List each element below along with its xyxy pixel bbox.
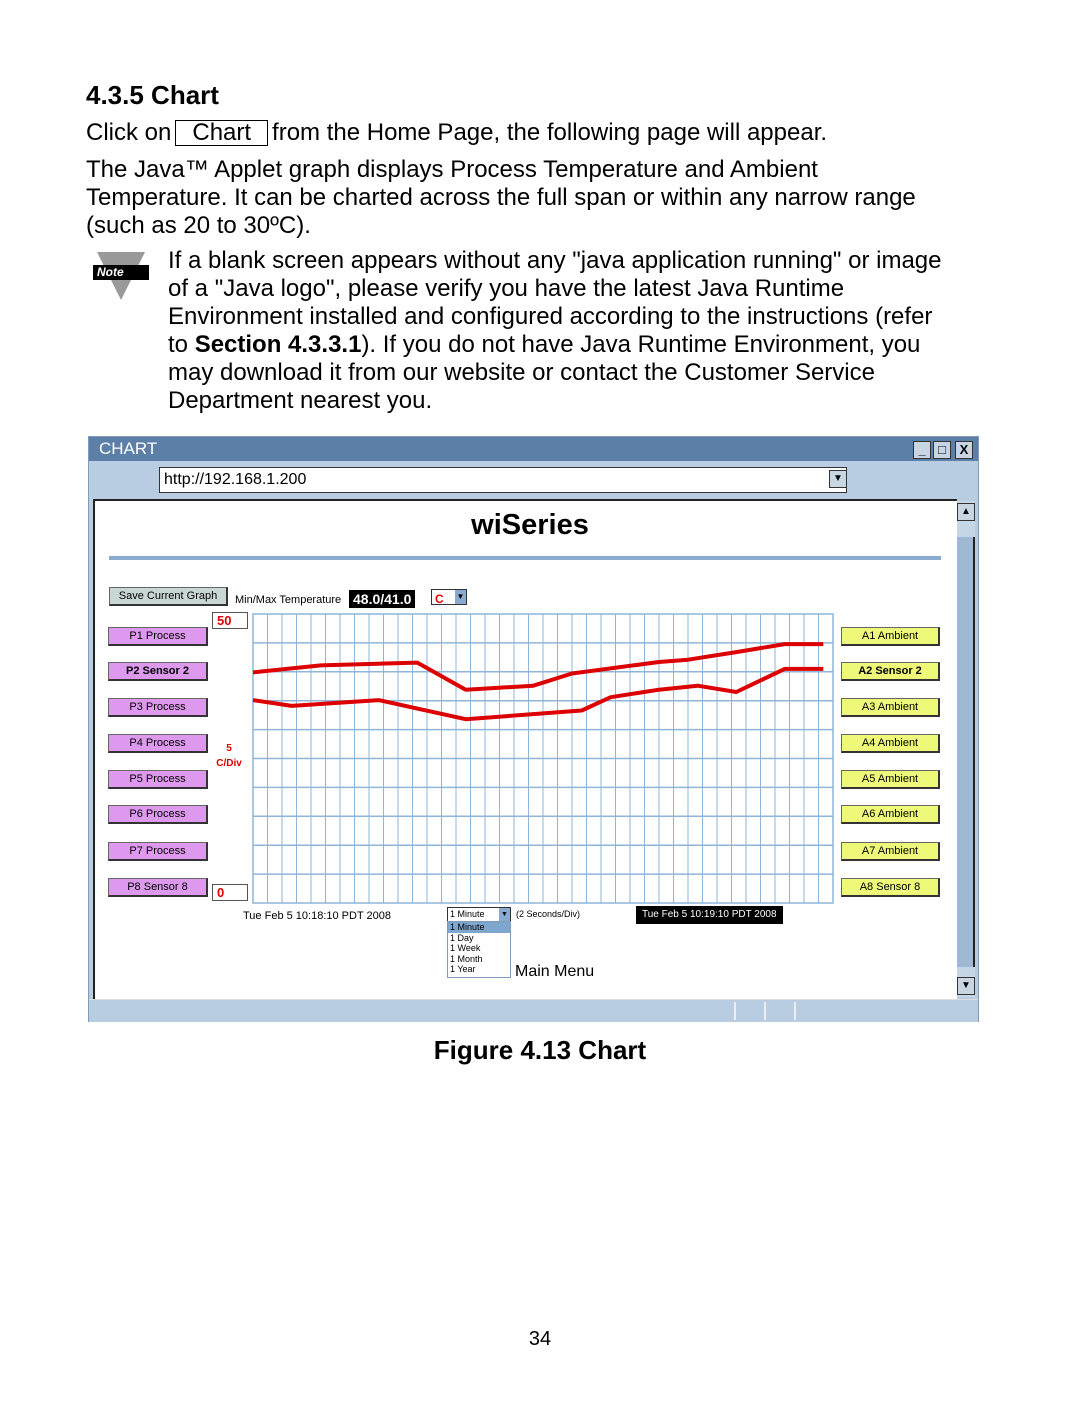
text-line: Temperature. It can be charted across th… (86, 184, 916, 211)
minmax-value: 48.0/41.0 (349, 590, 416, 608)
figure-caption: Figure 4.13 Chart (433, 1035, 647, 1065)
address-dropdown-icon[interactable]: ▼ (829, 470, 847, 488)
note-label: Note (97, 265, 124, 279)
sensor-button-a6[interactable]: A6 Ambient (841, 805, 940, 824)
end-time: Tue Feb 5 10:19:10 PDT 2008 (636, 906, 783, 924)
text-line: If a blank screen appears without any "j… (168, 247, 942, 274)
sensor-button-p7[interactable]: P7 Process (108, 842, 208, 861)
range-option[interactable]: 1 Day (448, 933, 510, 944)
main-menu-link[interactable]: Main Menu (515, 963, 594, 981)
sensor-button-a4[interactable]: A4 Ambient (841, 734, 940, 753)
range-option[interactable]: 1 Month (448, 954, 510, 965)
div-unit: C/Div (216, 758, 242, 769)
y-max-input[interactable]: 50 (212, 612, 248, 629)
text-line: of a "Java logo", please verify you have… (168, 275, 845, 302)
sensor-button-a2[interactable]: A2 Sensor 2 (841, 662, 940, 681)
manual-page: 4.3.5 Chart Click on Chart from the Home P… (0, 0, 1080, 1412)
scroll-thumb[interactable] (957, 537, 975, 967)
intro-before: Click on (86, 119, 172, 146)
page-number: 34 (528, 1328, 552, 1350)
range-dropdown-list: 1 Minute 1 Day 1 Week 1 Month 1 Year (447, 921, 511, 978)
range-option[interactable]: 1 Minute (448, 922, 510, 933)
sensor-button-p3[interactable]: P3 Process (108, 698, 208, 717)
save-current-graph-button[interactable]: Save Current Graph (109, 587, 228, 606)
title-bar: CHART (89, 437, 978, 461)
text-line: to Section 4.3.3.1). If you do not have … (168, 331, 942, 359)
close-button[interactable]: X (955, 441, 973, 459)
status-bar (89, 999, 978, 1022)
intro-after: from the Home Page, the following page w… (272, 119, 828, 146)
div-value: 5 (226, 743, 232, 754)
chevron-down-icon[interactable]: ▼ (455, 590, 466, 604)
note-text: If a blank screen appears without any "j… (168, 247, 942, 415)
paragraph: The Java™ Applet graph displays Process … (86, 156, 916, 240)
range-option[interactable]: 1 Week (448, 943, 510, 954)
scroll-up-icon[interactable]: ▲ (957, 503, 975, 521)
sensor-button-p4[interactable]: P4 Process (108, 734, 208, 753)
chart-button-reference: Chart (175, 120, 269, 146)
sensor-button-a3[interactable]: A3 Ambient (841, 698, 940, 717)
text-line: may download it from our website or cont… (168, 359, 875, 386)
text-line: (such as 20 to 30ºC). (86, 212, 311, 239)
sensor-button-a7[interactable]: A7 Ambient (841, 842, 940, 861)
range-select[interactable]: 1 Minute ▼ (447, 907, 511, 922)
y-min-input[interactable]: 0 (212, 884, 248, 901)
minmax-label: Min/Max Temperature (235, 594, 342, 606)
section-reference: Section 4.3.3.1 (194, 331, 362, 358)
address-input[interactable]: http://192.168.1.200 (159, 467, 847, 493)
scroll-down-icon[interactable]: ▼ (957, 977, 975, 995)
minimize-button[interactable]: _ (913, 441, 931, 459)
range-option[interactable]: 1 Year (448, 964, 510, 975)
sensor-button-a5[interactable]: A5 Ambient (841, 770, 940, 789)
sensor-button-p6[interactable]: P6 Process (108, 805, 208, 824)
sensor-button-p5[interactable]: P5 Process (108, 770, 208, 789)
intro-line: Click on Chart from the Home Page, the fol… (86, 119, 827, 147)
status-panel (734, 1002, 766, 1020)
sensor-button-p8[interactable]: P8 Sensor 8 (108, 878, 208, 897)
section-heading: 4.3.5 Chart (86, 80, 219, 110)
seconds-per-div: (2 Seconds/Div) (516, 909, 581, 919)
chevron-down-icon[interactable]: ▼ (499, 908, 510, 921)
sensor-button-a8[interactable]: A8 Sensor 8 (841, 878, 940, 897)
maximize-button[interactable]: □ (933, 441, 951, 459)
text: to (168, 331, 195, 358)
text-line: Department nearest you. (168, 387, 433, 414)
unit-select[interactable]: C ▼ (431, 589, 467, 606)
text-line: Environment installed and configured acc… (168, 303, 933, 330)
note-icon: Note (93, 252, 149, 302)
text-line: The Java™ Applet graph displays Process … (86, 156, 818, 183)
temperature-chart (252, 613, 834, 904)
range-select-value: 1 Minute (450, 909, 485, 919)
app-title: wiSeries (471, 509, 589, 541)
sensor-button-p1[interactable]: P1 Process (108, 627, 208, 646)
scale-label: 5 C/Div (213, 741, 245, 771)
sensor-button-a1[interactable]: A1 Ambient (841, 627, 940, 646)
applet-content: wiSeries Save Current Graph Min/Max Temp… (93, 499, 957, 1001)
status-panel (766, 1002, 796, 1020)
unit-value: C (435, 592, 444, 606)
start-time: Tue Feb 5 10:18:10 PDT 2008 (243, 910, 391, 922)
vertical-scrollbar[interactable]: ▲ ▼ (957, 501, 975, 997)
divider (109, 556, 941, 560)
window-title: CHART (99, 439, 158, 458)
sensor-button-p2[interactable]: P2 Sensor 2 (108, 662, 208, 681)
text: ). If you do not have Java Runtime Envir… (361, 331, 921, 358)
chart-window: CHART _ □ X http://192.168.1.200 ▼ wiSer… (88, 436, 979, 1022)
